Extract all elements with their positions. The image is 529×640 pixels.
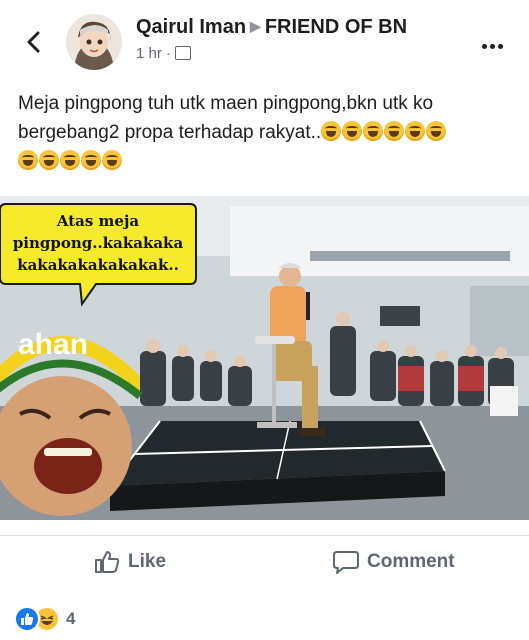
laughing-emoji-icon xyxy=(81,150,101,170)
post-time[interactable]: 1 hr xyxy=(136,45,162,62)
post-text: Meja pingpong tuh utk maen pingpong,bkn … xyxy=(18,90,518,176)
author-avatar[interactable] xyxy=(66,14,122,70)
bubble-text-line-1: Atas meja xyxy=(56,212,140,230)
bubble-text-line-2: pingpong..kakakaka xyxy=(13,234,184,252)
share-arrow-icon: ▶ xyxy=(250,18,261,34)
audience-icon[interactable] xyxy=(174,46,191,60)
laughing-emoji-icon xyxy=(363,121,384,141)
bubble-text-line-3: kakakakakakakak.. xyxy=(17,256,179,274)
reaction-summary[interactable]: 4 xyxy=(14,606,75,632)
headband-text: ahan xyxy=(18,328,88,361)
comment-label: Comment xyxy=(367,551,455,572)
post-header: Qairul Iman ▶ FRIEND OF BN 1 hr · xyxy=(0,0,529,80)
laughing-emoji-icon xyxy=(102,150,122,170)
like-label: Like xyxy=(128,551,167,572)
author-name[interactable]: Qairul Iman xyxy=(136,16,246,38)
laughing-emoji-icon xyxy=(321,121,342,141)
laughing-emoji-icon xyxy=(384,121,405,141)
comment-bubble-icon xyxy=(333,551,359,574)
like-reaction-icon xyxy=(14,606,40,632)
laughing-emoji-icon xyxy=(39,150,59,170)
post-actions: Like Comment xyxy=(0,535,529,596)
reaction-count: 4 xyxy=(66,609,76,628)
meta-separator: · xyxy=(165,45,171,62)
like-button[interactable]: Like xyxy=(94,550,166,574)
laughing-emoji-icon xyxy=(60,150,80,170)
post-photo[interactable]: ahan Atas meja pingpong..kakakaka kakaka… xyxy=(0,196,529,520)
comment-button[interactable]: Comment xyxy=(333,550,455,574)
author-line: Qairul Iman ▶ FRIEND OF BN xyxy=(136,16,407,39)
back-chevron-icon[interactable] xyxy=(22,30,46,54)
post-meta: 1 hr · xyxy=(136,44,191,62)
laughing-emoji-icon xyxy=(342,121,363,141)
more-options-icon[interactable] xyxy=(482,36,510,49)
laughing-emoji-icon xyxy=(426,121,447,141)
emoji-line-1 xyxy=(321,121,447,143)
laughing-emoji-icon xyxy=(405,121,426,141)
thumbs-up-icon xyxy=(95,551,120,573)
emoji-line-2 xyxy=(18,150,123,172)
laughing-emoji-icon xyxy=(18,150,38,170)
group-name[interactable]: FRIEND OF BN xyxy=(265,16,407,38)
